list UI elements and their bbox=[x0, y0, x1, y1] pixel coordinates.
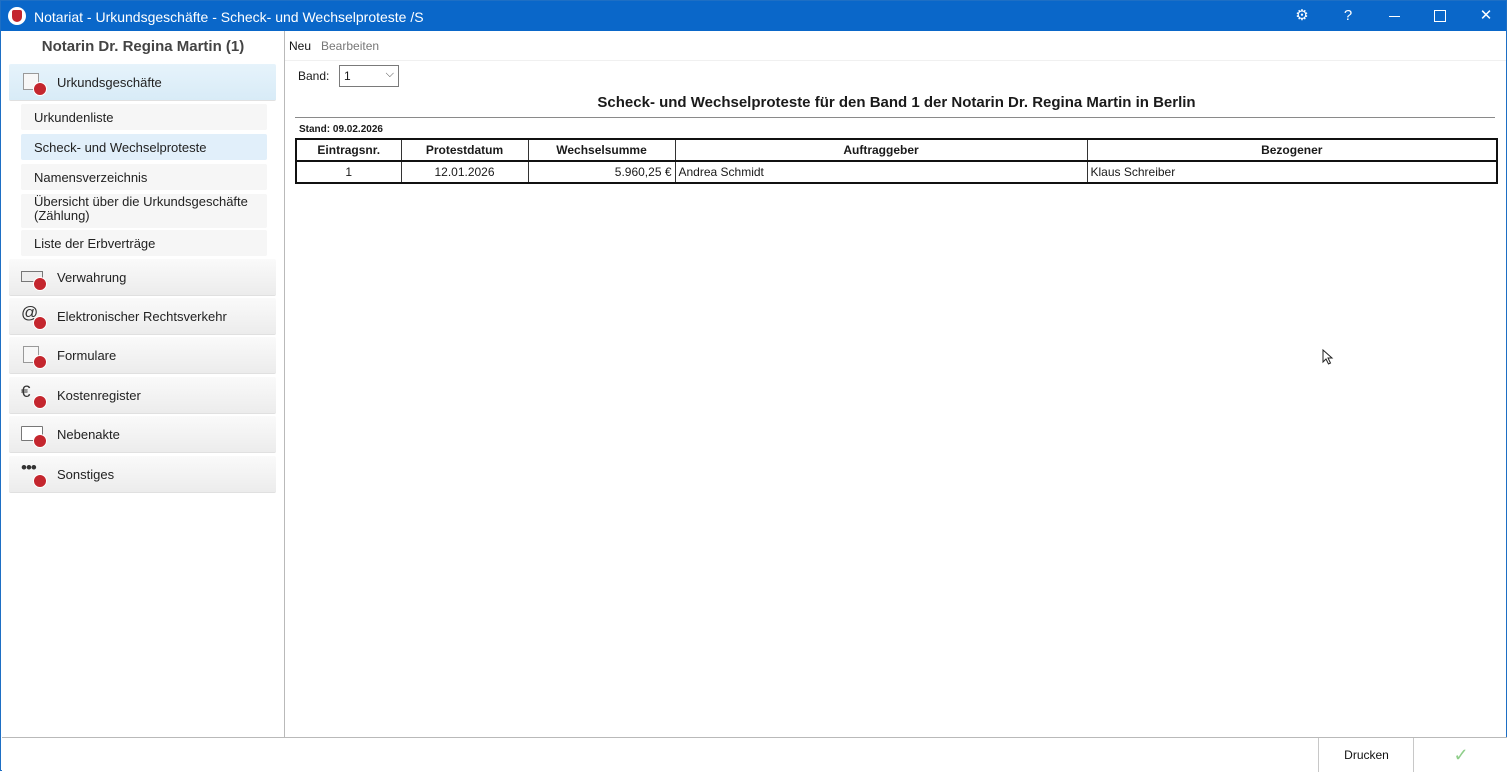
nav-category-label: Elektronischer Rechtsverkehr bbox=[57, 309, 227, 324]
nav-sub-urkundenliste[interactable]: Urkundenliste bbox=[21, 104, 267, 130]
column-header-auftraggeber: Auftraggeber bbox=[674, 138, 1088, 162]
sidebar: Notarin Dr. Regina Martin (1) Urkundsges… bbox=[2, 31, 285, 737]
sidebar-header: Notarin Dr. Regina Martin (1) bbox=[41, 38, 245, 55]
column-header-protestdatum: Protestdatum bbox=[400, 138, 529, 162]
footer-bar: Drucken ✓ bbox=[2, 737, 1507, 772]
cell-bezogener: Klaus Schreiber bbox=[1086, 160, 1498, 184]
nav-category-sonstiges[interactable]: ••• Sonstiges bbox=[9, 456, 276, 493]
nav-category-formulare[interactable]: Formulare bbox=[9, 337, 276, 374]
document-seal-icon bbox=[21, 345, 47, 369]
confirm-button[interactable]: ✓ bbox=[1413, 738, 1507, 772]
nav-category-label: Verwahrung bbox=[57, 270, 127, 285]
menu-edit[interactable]: Bearbeiten bbox=[321, 39, 379, 53]
nav-category-label: Nebenakte bbox=[57, 427, 120, 442]
nav-category-label: Urkundsgeschäfte bbox=[57, 75, 162, 90]
minimize-icon bbox=[1388, 15, 1400, 17]
menu-new[interactable]: Neu bbox=[289, 39, 311, 53]
nav-sub-label: Übersicht über die Urkundsgeschäfte (Zäh… bbox=[34, 194, 248, 223]
column-header-wechselsumme: Wechselsumme bbox=[527, 138, 676, 162]
nav-sub-erbvertraege[interactable]: Liste der Erbverträge bbox=[21, 230, 267, 256]
print-button[interactable]: Drucken bbox=[1318, 738, 1414, 772]
nav-sub-uebersicht-zaehlung[interactable]: Übersicht über die Urkundsgeschäfte (Zäh… bbox=[21, 194, 267, 228]
table-row[interactable]: 1 12.01.2026 5.960,25 € Andrea Schmidt K… bbox=[295, 160, 1498, 184]
cell-auftraggeber: Andrea Schmidt bbox=[674, 160, 1088, 184]
settings-gear-icon[interactable]: ⚙ bbox=[1279, 1, 1325, 31]
nav-category-urkundsgeschaefte[interactable]: Urkundsgeschäfte bbox=[9, 64, 276, 101]
nav-category-nebenakte[interactable]: Nebenakte bbox=[9, 416, 276, 453]
card-seal-icon bbox=[21, 267, 47, 291]
cell-eintragsnr: 1 bbox=[295, 160, 402, 184]
maximize-button[interactable] bbox=[1417, 1, 1463, 31]
nav-sub-scheck-wechselproteste[interactable]: Scheck- und Wechselproteste bbox=[21, 134, 267, 160]
nav-category-label: Sonstiges bbox=[57, 467, 115, 482]
app-window: Notariat - Urkundsgeschäfte - Scheck- un… bbox=[0, 0, 1507, 772]
maximize-icon bbox=[1434, 10, 1446, 23]
checkmark-icon: ✓ bbox=[1453, 745, 1469, 765]
close-button[interactable]: ✕ bbox=[1463, 1, 1507, 31]
table-header-row: Eintragsnr. Protestdatum Wechselsumme Au… bbox=[295, 138, 1498, 162]
band-label: Band: bbox=[298, 69, 330, 83]
nav-sub-label: Namensverzeichnis bbox=[34, 170, 148, 185]
nav-category-kostenregister[interactable]: € Kostenregister bbox=[9, 377, 276, 414]
app-logo-icon bbox=[8, 7, 26, 25]
folder-seal-icon bbox=[21, 424, 47, 448]
window-title: Notariat - Urkundsgeschäfte - Scheck- un… bbox=[34, 9, 424, 25]
dots-seal-icon: ••• bbox=[21, 458, 47, 488]
report-stand: Stand: 09.02.2026 bbox=[299, 124, 383, 135]
cell-wechselsumme: 5.960,25 € bbox=[527, 160, 676, 184]
minimize-button[interactable] bbox=[1371, 1, 1417, 31]
nav-sub-namensverzeichnis[interactable]: Namensverzeichnis bbox=[21, 164, 267, 190]
menu-divider bbox=[285, 60, 1506, 61]
nav-sub-label: Liste der Erbverträge bbox=[34, 236, 156, 251]
column-header-bezogener: Bezogener bbox=[1086, 138, 1498, 162]
mouse-cursor-icon bbox=[1322, 349, 1334, 365]
band-value: 1 bbox=[344, 69, 351, 83]
report-title: Scheck- und Wechselproteste für den Band… bbox=[597, 94, 1196, 111]
nav-category-label: Formulare bbox=[57, 348, 117, 363]
protest-table: Eintragsnr. Protestdatum Wechselsumme Au… bbox=[295, 138, 1498, 184]
at-seal-icon: @ bbox=[21, 303, 47, 330]
help-button[interactable]: ? bbox=[1325, 1, 1371, 31]
nav-sub-label: Urkundenliste bbox=[34, 110, 114, 125]
band-select[interactable]: 1 ⌵ bbox=[339, 65, 399, 87]
title-bar: Notariat - Urkundsgeschäfte - Scheck- un… bbox=[1, 1, 1506, 31]
cell-protestdatum: 12.01.2026 bbox=[400, 160, 529, 184]
nav-category-elektronischer-rechtsverkehr[interactable]: @ Elektronischer Rechtsverkehr bbox=[9, 298, 276, 335]
column-header-eintragsnr: Eintragsnr. bbox=[295, 138, 402, 162]
report-divider bbox=[295, 117, 1495, 118]
chevron-down-icon: ⌵ bbox=[385, 68, 394, 80]
document-seal-icon bbox=[21, 72, 47, 96]
nav-category-label: Kostenregister bbox=[57, 388, 141, 403]
nav-category-verwahrung[interactable]: Verwahrung bbox=[9, 259, 276, 296]
nav-sub-label: Scheck- und Wechselproteste bbox=[34, 140, 207, 155]
euro-seal-icon: € bbox=[21, 382, 47, 409]
